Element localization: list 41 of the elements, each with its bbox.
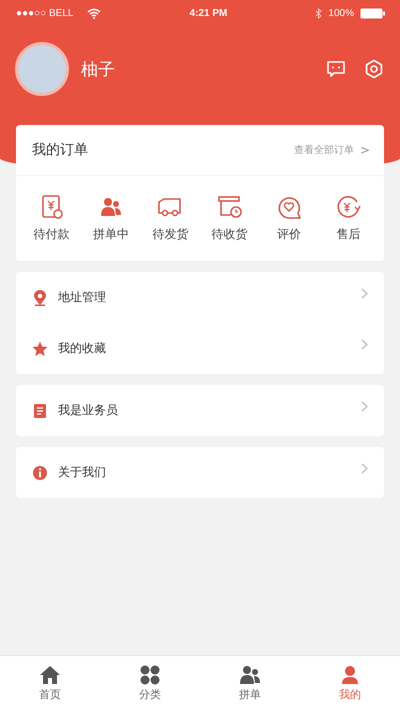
info-icon <box>32 464 48 480</box>
chevron-icon <box>361 463 368 474</box>
message-icon[interactable] <box>326 59 346 79</box>
menu-item[interactable]: 我的收藏 <box>16 323 384 374</box>
wifi-icon <box>87 8 102 18</box>
order-status-button[interactable]: 评价 <box>259 194 319 243</box>
heart-bubble-icon <box>276 194 302 220</box>
refund-icon <box>335 194 362 220</box>
tab-item[interactable]: 首页 <box>0 656 100 710</box>
chevron-icon <box>361 401 368 412</box>
carrier-signal: ●●●○○ BELL <box>16 8 74 18</box>
chevron-icon <box>361 288 368 299</box>
order-status-button[interactable]: 售后 <box>318 194 378 243</box>
grid-icon <box>139 664 161 684</box>
avatar[interactable] <box>15 42 69 96</box>
menu-item[interactable]: 我是业务员 <box>16 385 384 436</box>
tab-item[interactable]: 拼单 <box>200 656 300 710</box>
box-clock-icon <box>216 194 243 220</box>
order-status-button[interactable]: 待收货 <box>200 194 260 243</box>
order-status-button[interactable]: 待付款 <box>22 194 82 243</box>
tab-item[interactable]: 我的 <box>300 656 400 710</box>
person-icon <box>339 664 361 684</box>
status-time: 4:21 PM <box>190 8 228 18</box>
menu-item[interactable]: 关于我们 <box>16 447 384 498</box>
location-pin-icon <box>32 290 48 306</box>
chevron-icon <box>361 339 368 350</box>
chevron-icon: > <box>360 143 370 157</box>
people-icon <box>239 664 261 684</box>
tab-item[interactable]: 分类 <box>100 656 200 710</box>
document-icon <box>32 402 48 418</box>
bluetooth-icon <box>315 8 322 18</box>
home-icon <box>39 664 61 684</box>
orders-title: 我的订单 <box>32 141 88 159</box>
settings-icon[interactable] <box>364 59 384 79</box>
menu-item[interactable]: 地址管理 <box>16 272 384 323</box>
star-icon <box>32 340 48 356</box>
user-name: 柚子 <box>81 58 115 80</box>
order-status-button[interactable]: 拼单中 <box>81 194 141 243</box>
battery-icon <box>360 8 386 18</box>
battery-percent: 100% <box>328 8 354 18</box>
order-status-button[interactable]: 待发货 <box>140 194 200 243</box>
